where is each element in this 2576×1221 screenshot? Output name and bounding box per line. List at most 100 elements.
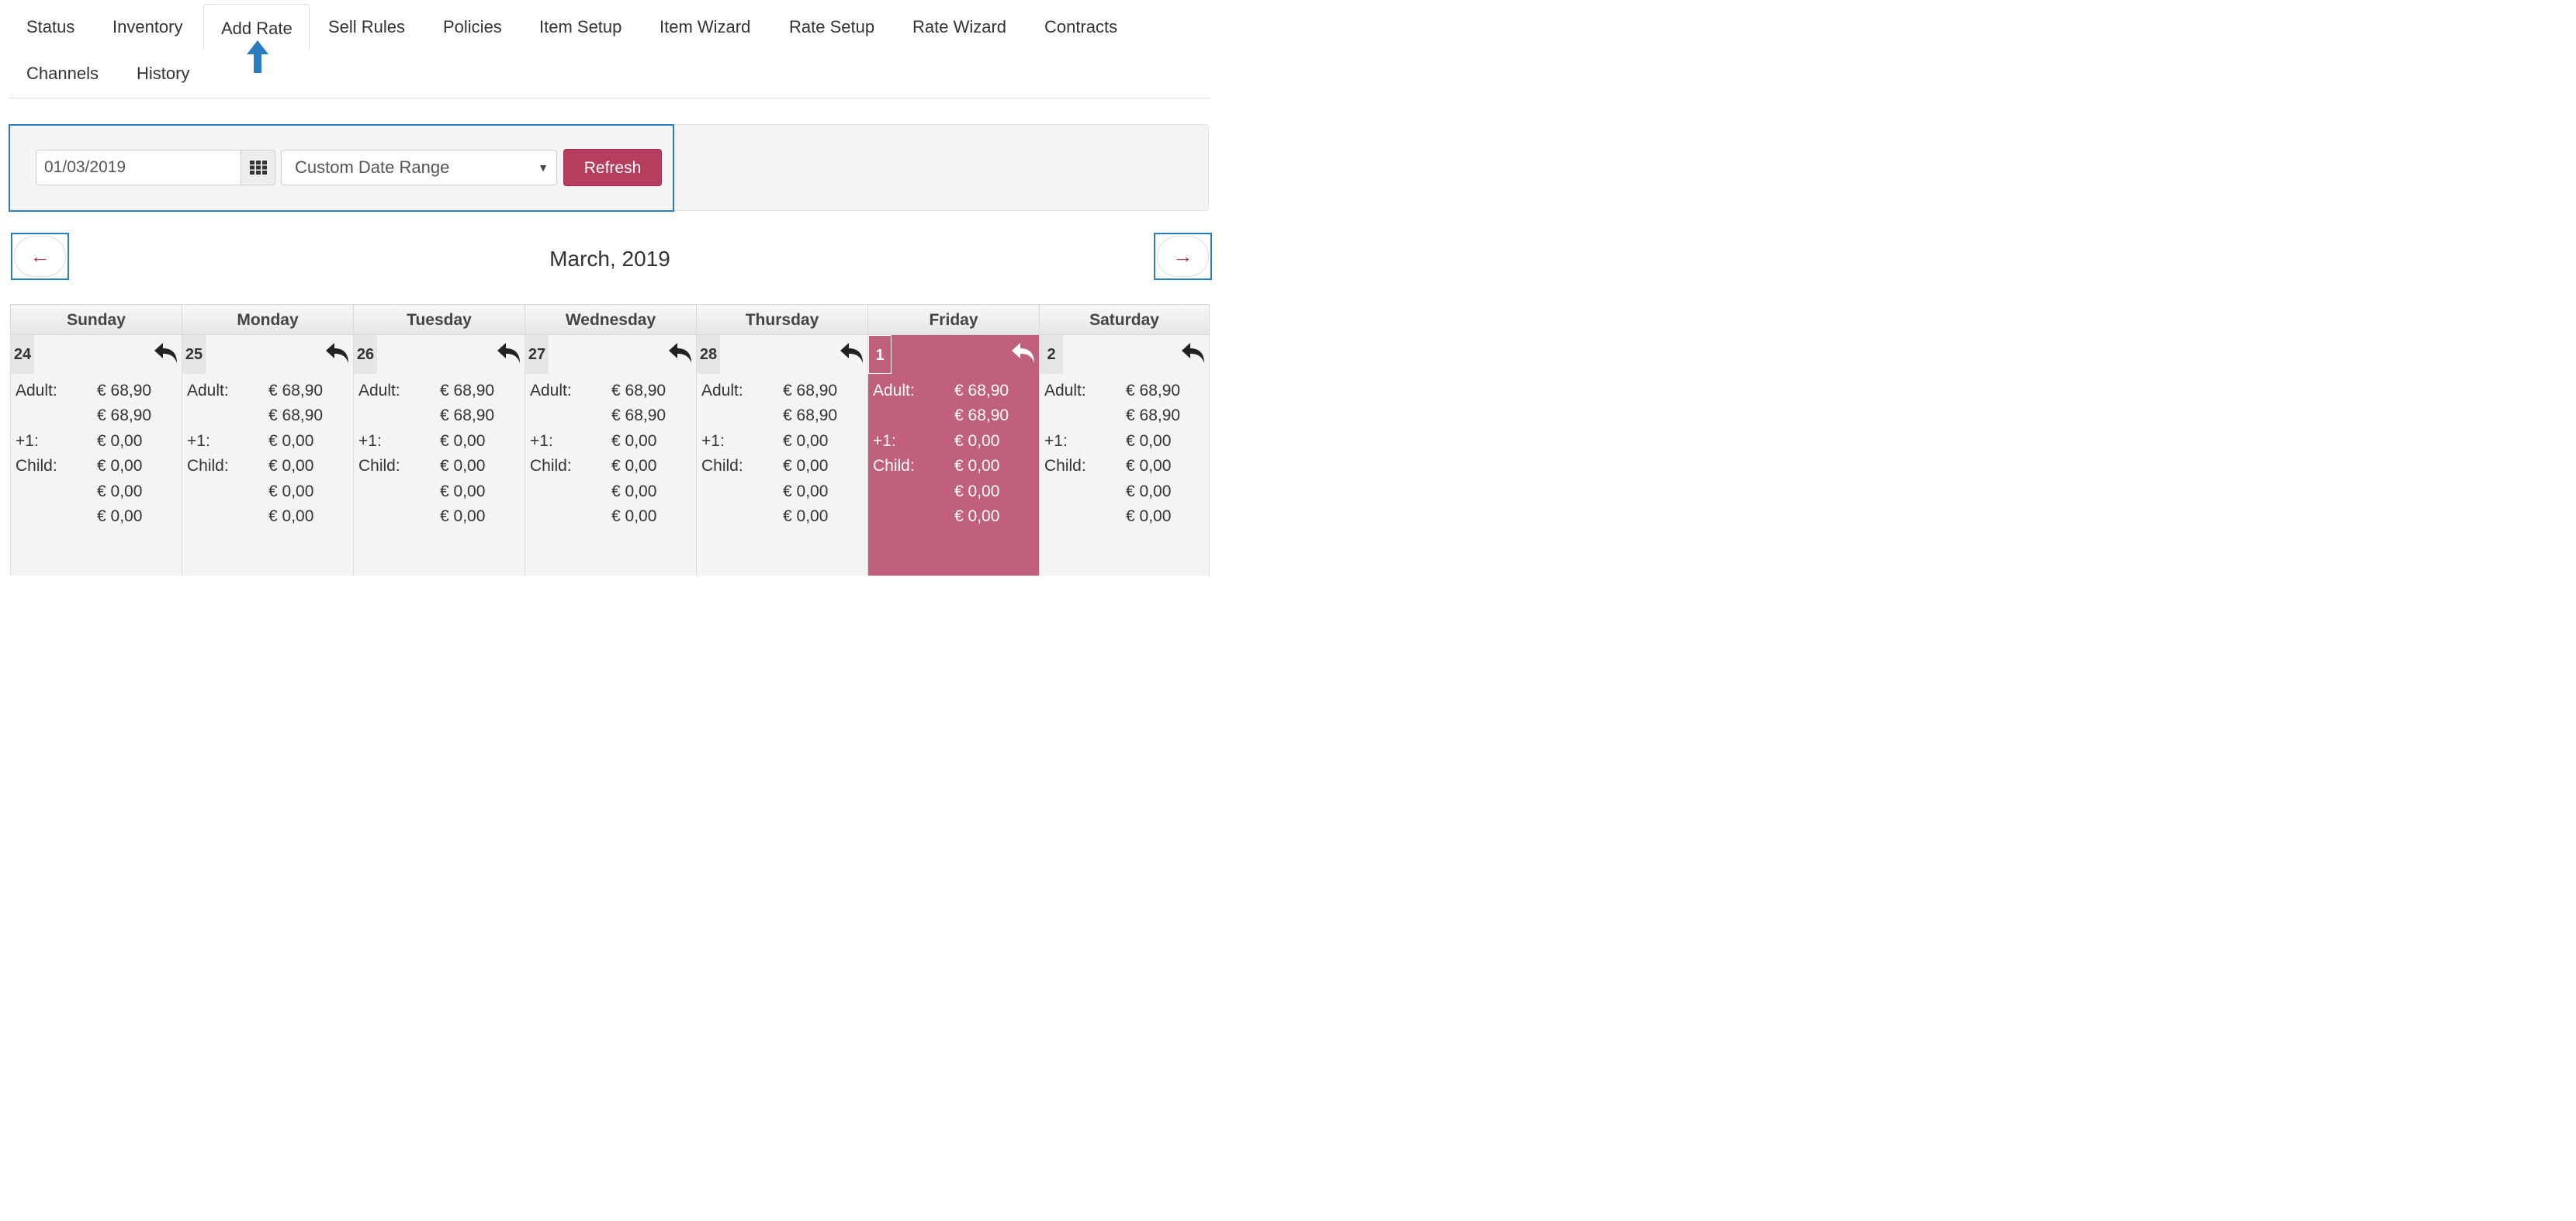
tab-item-setup[interactable]: Item Setup xyxy=(522,3,639,50)
day-cell[interactable]: 24 Adult: € 68,90 € 68,90 +1: € 0,00 Child: € 0… xyxy=(10,335,182,576)
rate-label: Child: xyxy=(530,457,572,476)
rate-value: € 68,90 xyxy=(783,406,838,425)
tab-rate-wizard[interactable]: Rate Wizard xyxy=(895,3,1023,50)
rate-value: € 0,00 xyxy=(1126,482,1172,500)
rate-value: € 68,90 xyxy=(611,406,667,425)
day-number: 1 xyxy=(868,335,892,374)
rate-value: € 0,00 xyxy=(1126,457,1172,476)
day-cell[interactable]: 2 Adult: € 68,90 € 68,90 +1: € 0,00 Child: € 0,… xyxy=(1039,335,1210,576)
rate-label: Child: xyxy=(873,457,915,476)
prev-month-button[interactable]: ← xyxy=(14,236,66,277)
rate-value: € 68,90 xyxy=(268,406,324,425)
rate-label: +1: xyxy=(530,431,553,450)
rate-label: +1: xyxy=(16,431,39,450)
calendar-button[interactable] xyxy=(241,150,275,185)
tab-history[interactable]: History xyxy=(119,50,206,96)
tab-channels[interactable]: Channels xyxy=(9,50,116,96)
rate-value: € 0,00 xyxy=(1126,507,1172,525)
rate-value: € 0,00 xyxy=(268,482,314,500)
rate-value: € 68,90 xyxy=(97,406,152,425)
tab-item-wizard[interactable]: Item Wizard xyxy=(642,3,767,50)
rate-value: € 0,00 xyxy=(440,457,486,476)
day-cell[interactable]: 27 Adult: € 68,90 € 68,90 +1: € 0,00 Child: € 0… xyxy=(525,335,697,576)
weekday-saturday: Saturday xyxy=(1039,304,1210,335)
rate-label: Child: xyxy=(701,457,743,476)
rate-label: +1: xyxy=(1044,431,1068,450)
weekday-thursday: Thursday xyxy=(696,304,868,335)
undo-icon[interactable] xyxy=(153,340,179,366)
undo-icon[interactable] xyxy=(1180,340,1207,366)
tab-contracts[interactable]: Contracts xyxy=(1027,3,1134,50)
day-number: 24 xyxy=(11,335,34,374)
rate-value: € 68,90 xyxy=(1126,406,1181,425)
next-month-highlight: → xyxy=(1154,233,1212,280)
day-cell[interactable]: 28 Adult: € 68,90 € 68,90 +1: € 0,00 Child: € 0… xyxy=(696,335,868,576)
next-month-button[interactable]: → xyxy=(1157,236,1209,277)
rate-value: € 0,00 xyxy=(954,482,1000,500)
day-number: 27 xyxy=(525,335,549,374)
tab-bar: Status Inventory Add Rate Sell Rules Pol… xyxy=(9,3,1210,99)
chevron-down-icon: ▼ xyxy=(538,161,549,174)
rate-value: € 0,00 xyxy=(611,457,657,476)
rate-label: Adult: xyxy=(873,382,915,400)
rate-value: € 0,00 xyxy=(440,431,486,450)
rate-value: € 0,00 xyxy=(783,482,829,500)
tab-inventory[interactable]: Inventory xyxy=(95,3,200,50)
rate-value: € 0,00 xyxy=(954,431,1000,450)
tab-sell-rules[interactable]: Sell Rules xyxy=(311,3,422,50)
rate-value: € 0,00 xyxy=(954,507,1000,525)
undo-icon[interactable] xyxy=(324,340,351,366)
rate-label: Adult: xyxy=(187,382,229,400)
tab-status[interactable]: Status xyxy=(9,3,92,50)
rate-value: € 0,00 xyxy=(440,482,486,500)
weekday-tuesday: Tuesday xyxy=(353,304,525,335)
rate-value: € 0,00 xyxy=(611,482,657,500)
rate-value: € 68,90 xyxy=(954,382,1009,400)
weekday-sunday: Sunday xyxy=(10,304,182,335)
rate-value: € 0,00 xyxy=(268,507,314,525)
rate-label: +1: xyxy=(358,431,382,450)
date-range-value: Custom Date Range xyxy=(295,157,450,177)
day-cell[interactable]: 26 Adult: € 68,90 € 68,90 +1: € 0,00 Child: € 0… xyxy=(353,335,525,576)
rate-value: € 0,00 xyxy=(783,431,829,450)
rate-value: € 0,00 xyxy=(268,431,314,450)
rate-value: € 68,90 xyxy=(440,406,495,425)
rate-label: +1: xyxy=(873,431,896,450)
weekday-wednesday: Wednesday xyxy=(525,304,697,335)
rate-label: +1: xyxy=(187,431,210,450)
rate-value: € 0,00 xyxy=(783,507,829,525)
undo-icon[interactable] xyxy=(839,340,865,366)
date-input[interactable] xyxy=(36,150,241,185)
rate-label: Child: xyxy=(16,457,57,476)
rate-value: € 0,00 xyxy=(611,431,657,450)
undo-icon[interactable] xyxy=(667,340,694,366)
rate-label: Child: xyxy=(358,457,400,476)
tab-policies[interactable]: Policies xyxy=(426,3,519,50)
rate-label: Adult: xyxy=(701,382,743,400)
date-range-select[interactable]: Custom Date Range ▼ xyxy=(281,150,557,185)
day-cell[interactable]: 1 Adult: € 68,90 € 68,90 +1: € 0,00 Child: € 0,… xyxy=(867,335,1040,576)
rate-value: € 0,00 xyxy=(954,457,1000,476)
rate-label: Adult: xyxy=(358,382,400,400)
tab-rate-setup[interactable]: Rate Setup xyxy=(772,3,892,50)
rate-value: € 0,00 xyxy=(440,507,486,525)
day-number: 26 xyxy=(354,335,377,374)
rate-value: € 0,00 xyxy=(97,482,143,500)
undo-icon[interactable] xyxy=(496,340,522,366)
rate-value: € 0,00 xyxy=(97,457,143,476)
day-number: 2 xyxy=(1040,335,1063,374)
day-number: 25 xyxy=(182,335,206,374)
undo-icon[interactable] xyxy=(1010,340,1037,366)
month-title: March, 2019 xyxy=(549,247,670,271)
rate-value: € 68,90 xyxy=(783,382,838,400)
rate-value: € 0,00 xyxy=(268,457,314,476)
refresh-button[interactable]: Refresh xyxy=(563,149,662,186)
rate-value: € 68,90 xyxy=(97,382,152,400)
rate-value: € 68,90 xyxy=(954,406,1009,425)
rate-label: Adult: xyxy=(530,382,572,400)
day-cell[interactable]: 25 Adult: € 68,90 € 68,90 +1: € 0,00 Child: € 0… xyxy=(182,335,354,576)
rate-label: Adult: xyxy=(1044,382,1086,400)
rate-value: € 0,00 xyxy=(1126,431,1172,450)
calendar-grid-icon xyxy=(249,161,267,175)
up-arrow-icon xyxy=(247,40,268,73)
